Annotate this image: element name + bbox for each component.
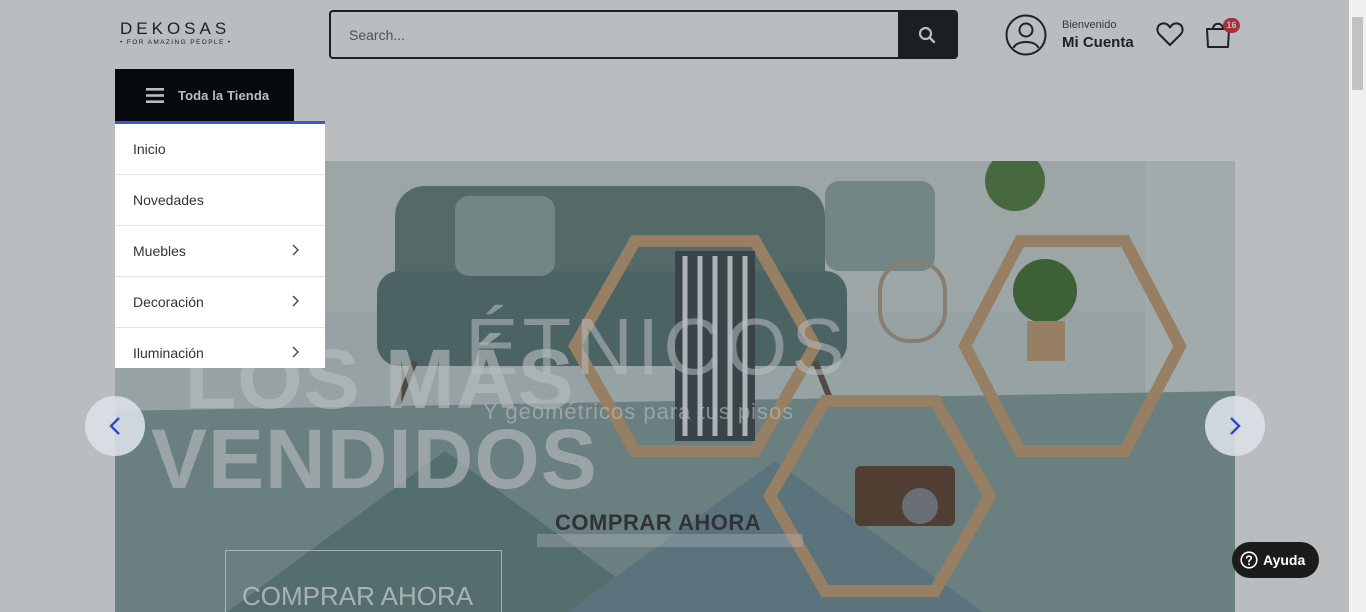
page-scrollbar[interactable]	[1349, 0, 1366, 612]
menu-item-label: Muebles	[133, 243, 186, 259]
chevron-left-icon	[109, 417, 120, 435]
menu-item-label: Iluminación	[133, 345, 204, 361]
slider-prev-button[interactable]	[85, 396, 145, 456]
menu-item-label: Decoración	[133, 294, 204, 310]
slider-next-button[interactable]	[1205, 396, 1265, 456]
menu-item-inicio[interactable]: Inicio	[115, 124, 325, 175]
menu-item-novedades[interactable]: Novedades	[115, 175, 325, 226]
chevron-right-icon	[292, 346, 299, 358]
menu-item-label: Novedades	[133, 192, 204, 208]
menu-item-muebles[interactable]: Muebles	[115, 226, 325, 277]
chevron-right-icon	[292, 244, 299, 256]
chevron-right-icon	[1230, 417, 1241, 435]
scrollbar-thumb[interactable]	[1352, 17, 1363, 90]
help-label: Ayuda	[1263, 552, 1306, 568]
menu-item-label: Inicio	[133, 141, 166, 157]
store-dropdown-menu: Inicio Novedades Muebles Decoración Ilum…	[115, 121, 325, 368]
question-icon	[1240, 551, 1258, 569]
chevron-right-icon	[292, 295, 299, 307]
menu-item-decoracion[interactable]: Decoración	[115, 277, 325, 328]
help-button[interactable]: Ayuda	[1232, 542, 1319, 578]
menu-item-iluminacion[interactable]: Iluminación	[115, 328, 325, 368]
